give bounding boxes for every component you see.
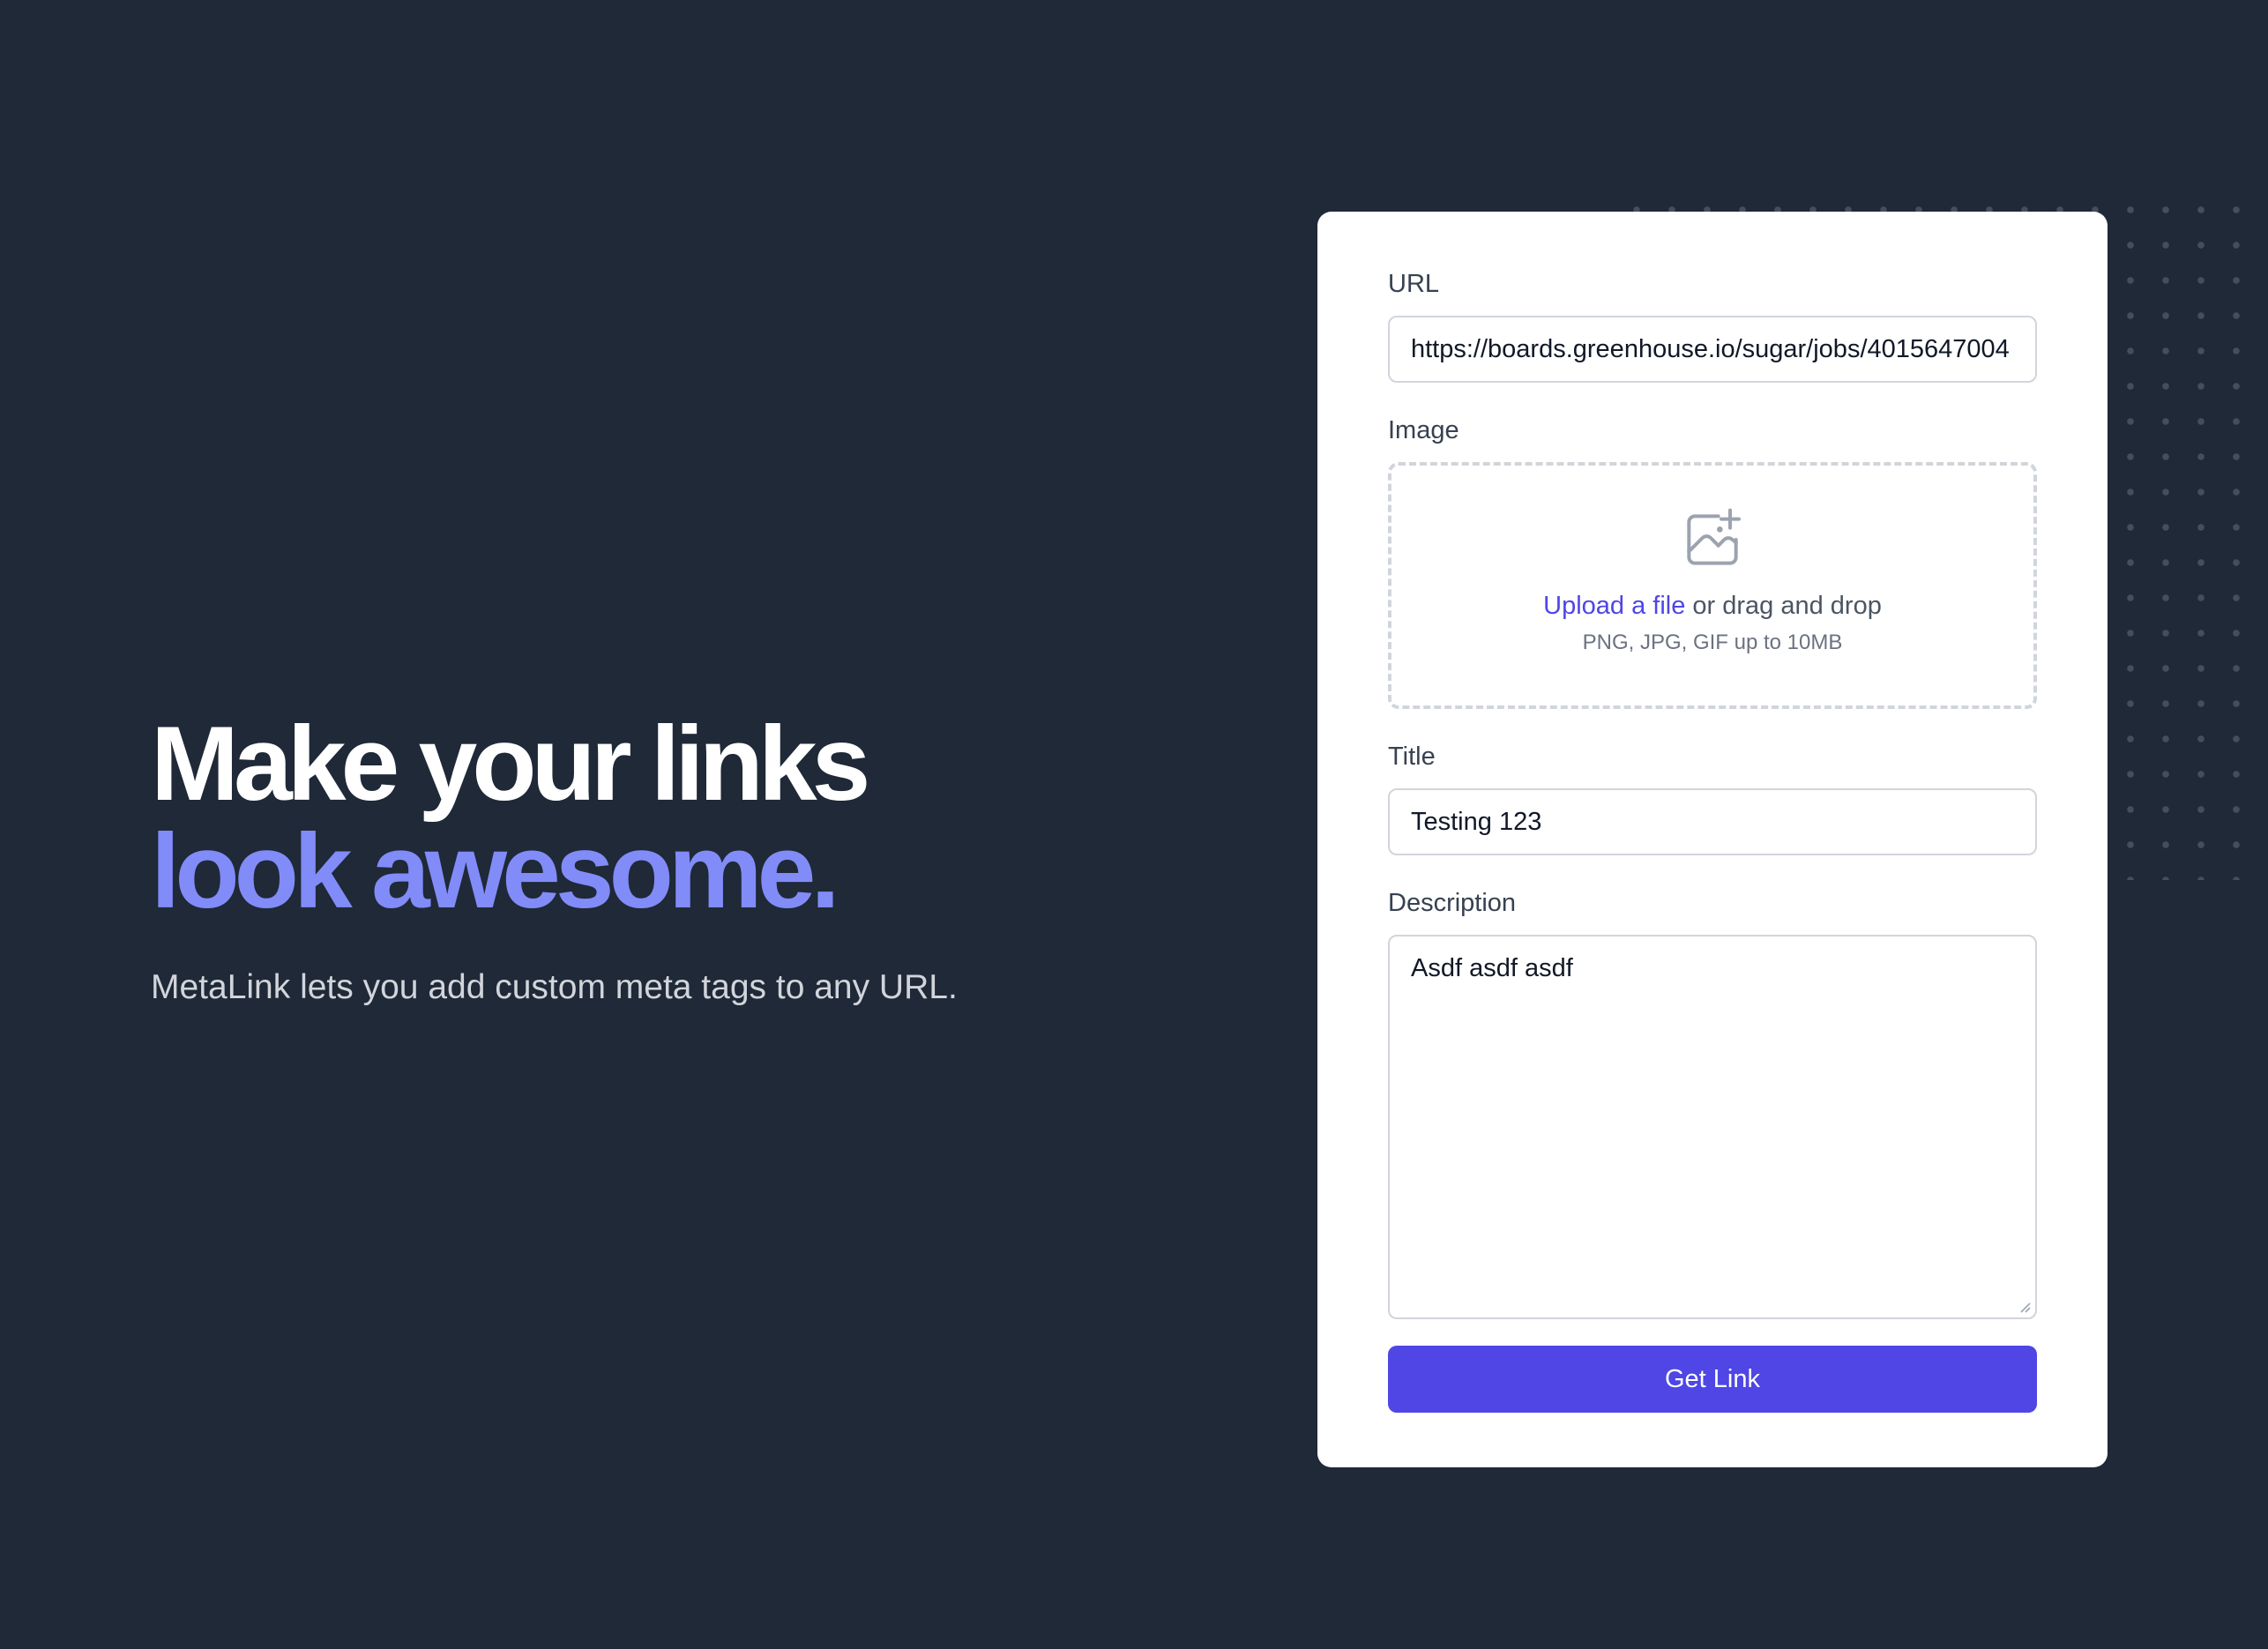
description-text: Asdf asdf asdf [1411, 954, 1573, 982]
metalink-form-card: URL https://boards.greenhouse.io/sugar/j… [1317, 212, 2108, 1467]
url-group: URL https://boards.greenhouse.io/sugar/j… [1388, 268, 2037, 383]
hero-subtitle: MetaLink lets you add custom meta tags t… [151, 968, 958, 1006]
description-textarea[interactable]: Asdf asdf asdf [1388, 935, 2037, 1319]
hero: Make your links look awesome. MetaLink l… [151, 710, 1209, 1010]
upload-file-link[interactable]: Upload a file [1543, 592, 1685, 620]
hero-headline: Make your links look awesome. [151, 710, 1209, 925]
page: Make your links look awesome. MetaLink l… [0, 0, 2268, 1649]
drag-drop-text: or drag and drop [1685, 592, 1882, 620]
image-label: Image [1388, 416, 1459, 444]
title-input[interactable]: Testing 123 [1388, 788, 2037, 855]
upload-instructions: Upload a file or drag and drop [1543, 589, 1882, 623]
description-label: Description [1388, 889, 1517, 917]
title-label: Title [1388, 742, 1436, 771]
title-group: Title Testing 123 [1388, 741, 2037, 855]
image-dropzone[interactable]: Upload a file or drag and drop PNG, JPG,… [1388, 462, 2037, 709]
description-group: Description Asdf asdf asdf [1388, 887, 2037, 1319]
upload-hint: PNG, JPG, GIF up to 10MB [1582, 630, 1843, 654]
headline-line-1: Make your links [151, 705, 870, 823]
resize-handle-icon[interactable] [2016, 1298, 2032, 1314]
url-label: URL [1388, 270, 1440, 298]
get-link-button[interactable]: Get Link [1388, 1346, 2037, 1413]
url-input[interactable]: https://boards.greenhouse.io/sugar/jobs/… [1388, 316, 2037, 383]
image-plus-icon [1687, 508, 1741, 565]
image-group: Image Upload a file or drag and drop PNG… [1388, 414, 2037, 709]
headline-line-2: look awesome. [151, 812, 840, 930]
